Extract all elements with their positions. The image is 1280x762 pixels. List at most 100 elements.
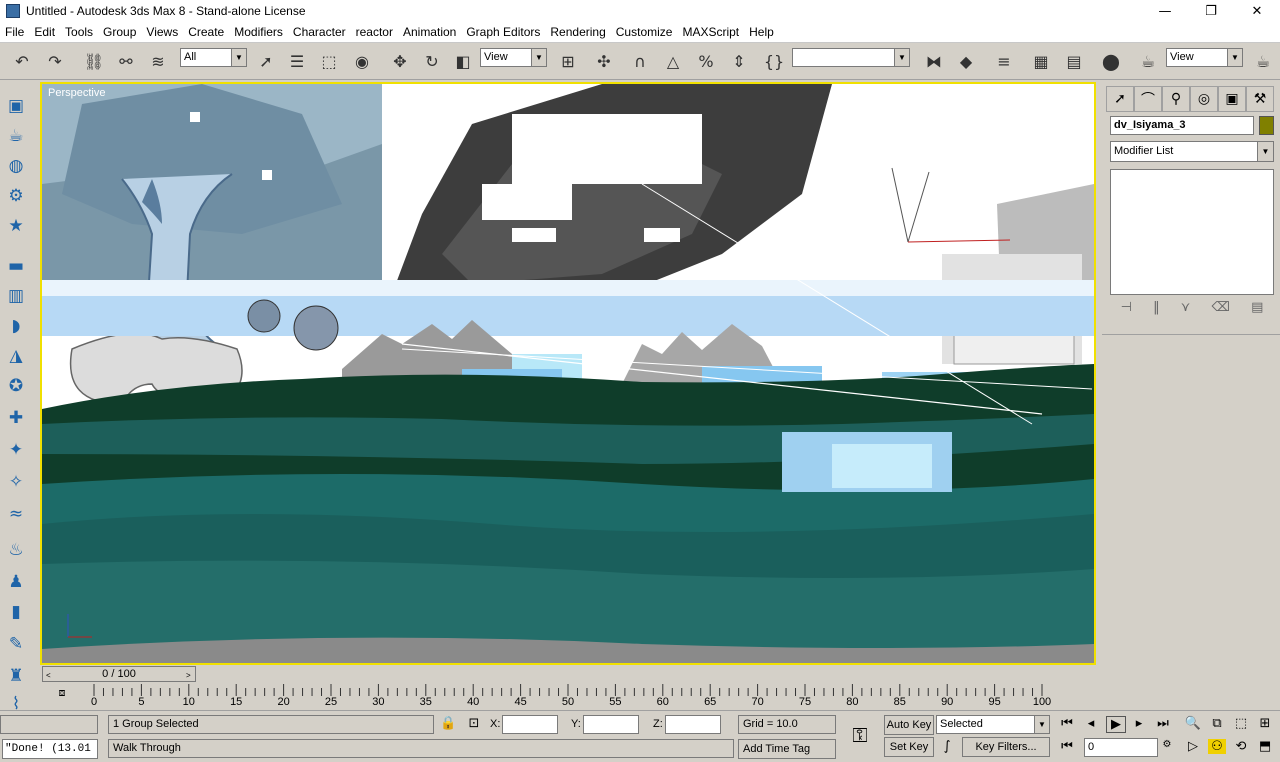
undo-icon[interactable]: ↶ [10, 49, 34, 73]
spinner-snap-icon[interactable]: ⇕ [727, 49, 751, 73]
menu-maxscript[interactable]: MAXScript [677, 25, 744, 39]
select-and-rotate-icon[interactable]: ↻ [420, 49, 444, 73]
use-pivot-center-icon[interactable]: ⊞ [556, 49, 580, 73]
x-coordinate-field[interactable] [502, 715, 558, 734]
remove-modifier-icon[interactable]: ⌫ [1212, 300, 1230, 322]
object-color-swatch[interactable] [1259, 116, 1274, 135]
select-and-manipulate-icon[interactable]: ✣ [592, 49, 616, 73]
show-end-result-icon[interactable]: ‖ [1153, 300, 1160, 322]
object-name-field[interactable]: dv_Isiyama_3 [1110, 116, 1254, 135]
motion-tab-icon[interactable]: ◎ [1190, 86, 1218, 112]
previous-key-icon[interactable]: ◂ [1082, 716, 1100, 731]
quick-render-icon[interactable]: ☕ [1251, 49, 1275, 73]
current-frame-field[interactable]: 0 [1084, 738, 1158, 757]
unlink-icon[interactable]: ⚯ [114, 49, 138, 73]
skin-icon[interactable]: ✎ [4, 632, 28, 656]
zoom-extents-all-icon[interactable]: ⊞ [1256, 716, 1274, 731]
mirror-icon[interactable]: ⧓ [922, 49, 946, 73]
key-mode-dropdown[interactable]: Selected ▼ [936, 715, 1050, 734]
zoom-icon[interactable]: 🔍 [1184, 716, 1202, 731]
previous-frame-icon[interactable]: < [46, 669, 51, 683]
modifier-list-dropdown[interactable]: Modifier List ▼ [1110, 141, 1274, 162]
set-key-button[interactable]: Set Key [884, 737, 934, 757]
selection-lock-icon[interactable]: 🔒 [440, 716, 456, 731]
add-time-tag-button[interactable]: Add Time Tag [738, 739, 836, 759]
set-key-icon[interactable]: ⚿ [840, 723, 880, 747]
go-to-end-icon[interactable]: ⏭ [1154, 716, 1172, 731]
angle-snap-icon[interactable]: △ [661, 49, 685, 73]
select-by-name-icon[interactable]: ☰ [285, 49, 309, 73]
sphere-icon[interactable]: ◍ [4, 154, 28, 178]
schematic-view-icon[interactable]: ▤ [1062, 49, 1086, 73]
minimize-button[interactable]: — [1142, 0, 1188, 22]
next-key-icon[interactable]: ▸ [1130, 716, 1148, 731]
material-editor-icon[interactable]: ⬤ [1099, 49, 1123, 73]
footsteps-icon[interactable]: ♜ [4, 664, 28, 688]
named-selection-dropdown[interactable]: ▼ [792, 48, 910, 67]
bones-icon[interactable]: ✚ [4, 406, 28, 430]
modify-tab-icon[interactable]: ⌒ [1134, 86, 1162, 112]
z-coordinate-field[interactable] [665, 715, 721, 734]
menu-animation[interactable]: Animation [398, 25, 461, 39]
maximize-viewport-icon[interactable]: ⬒ [1256, 739, 1274, 754]
make-unique-icon[interactable]: ⋎ [1181, 300, 1191, 322]
torus-knot-icon[interactable]: ⚙ [4, 184, 28, 208]
bind-space-warp-icon[interactable]: ≋ [146, 49, 170, 73]
maximize-button[interactable]: ❐ [1188, 0, 1234, 22]
go-to-start-icon[interactable]: ⏮ [1058, 716, 1076, 731]
align-icon[interactable]: ◆ [954, 49, 978, 73]
edit-named-selection-icon[interactable]: {} [762, 49, 786, 73]
biped-icon[interactable]: ♟ [4, 570, 28, 594]
time-slider[interactable]: < 0 / 100 > [40, 665, 1096, 683]
menu-views[interactable]: Views [141, 25, 183, 39]
zoom-all-icon[interactable]: ⧉ [1208, 716, 1226, 731]
plane-icon[interactable]: ▬ [4, 254, 28, 278]
default-tangent-icon[interactable]: ∫ [936, 739, 958, 754]
display-tab-icon[interactable]: ▣ [1218, 86, 1246, 112]
field-of-view-icon[interactable]: ▷ [1184, 739, 1202, 754]
pin-stack-icon[interactable]: ⊣ [1121, 300, 1132, 322]
menu-character[interactable]: Character [288, 25, 351, 39]
menu-group[interactable]: Group [98, 25, 141, 39]
teapot-icon[interactable]: ☕ [4, 124, 28, 148]
key-filters-button[interactable]: Key Filters... [962, 737, 1050, 757]
viewport-label[interactable]: Perspective [48, 87, 105, 99]
physique-icon[interactable]: ▮ [4, 600, 28, 624]
menu-tools[interactable]: Tools [60, 25, 98, 39]
select-and-move-icon[interactable]: ✥ [388, 49, 412, 73]
redo-icon[interactable]: ↷ [43, 49, 67, 73]
select-and-link-icon[interactable]: ⛓ [82, 49, 106, 73]
tube-icon[interactable]: ◗ [4, 314, 28, 338]
curve-editor-icon[interactable]: ▦ [1029, 49, 1053, 73]
render-view-dropdown[interactable]: View ▼ [1166, 48, 1243, 67]
play-icon[interactable]: ▶ [1106, 716, 1126, 733]
walk-through-icon[interactable]: ⚇ [1208, 739, 1226, 754]
menu-graph-editors[interactable]: Graph Editors [461, 25, 545, 39]
auto-key-button[interactable]: Auto Key [884, 715, 934, 735]
time-slider-thumb[interactable]: < 0 / 100 > [42, 666, 196, 682]
time-configuration-icon[interactable]: ⚙ [1160, 739, 1174, 750]
character-icon[interactable]: ♨ [4, 538, 28, 562]
zoom-extents-icon[interactable]: ⬚ [1232, 716, 1250, 731]
menu-customize[interactable]: Customize [611, 25, 678, 39]
menu-create[interactable]: Create [183, 25, 229, 39]
select-object-icon[interactable]: ➚ [254, 49, 278, 73]
menu-help[interactable]: Help [744, 25, 779, 39]
menu-file[interactable]: File [0, 25, 29, 39]
render-scene-icon[interactable]: ☕ [1136, 49, 1160, 73]
select-and-scale-icon[interactable]: ◧ [451, 49, 475, 73]
window-crossing-icon[interactable]: ◉ [350, 49, 374, 73]
menu-reactor[interactable]: reactor [351, 25, 398, 39]
menu-edit[interactable]: Edit [29, 25, 60, 39]
menu-rendering[interactable]: Rendering [545, 25, 610, 39]
close-button[interactable]: ✕ [1234, 0, 1280, 22]
orbit-icon[interactable]: ⟲ [1232, 739, 1250, 754]
percent-snap-icon[interactable]: % [694, 49, 718, 73]
pyramid-icon[interactable]: ◮ [4, 344, 28, 368]
next-frame-icon[interactable]: > [186, 669, 191, 683]
star-icon[interactable]: ★ [4, 214, 28, 238]
y-coordinate-field[interactable] [583, 715, 639, 734]
menu-modifiers[interactable]: Modifiers [229, 25, 288, 39]
rectangular-selection-icon[interactable]: ⬚ [317, 49, 341, 73]
space-warp-icon[interactable]: ≈ [4, 502, 28, 526]
